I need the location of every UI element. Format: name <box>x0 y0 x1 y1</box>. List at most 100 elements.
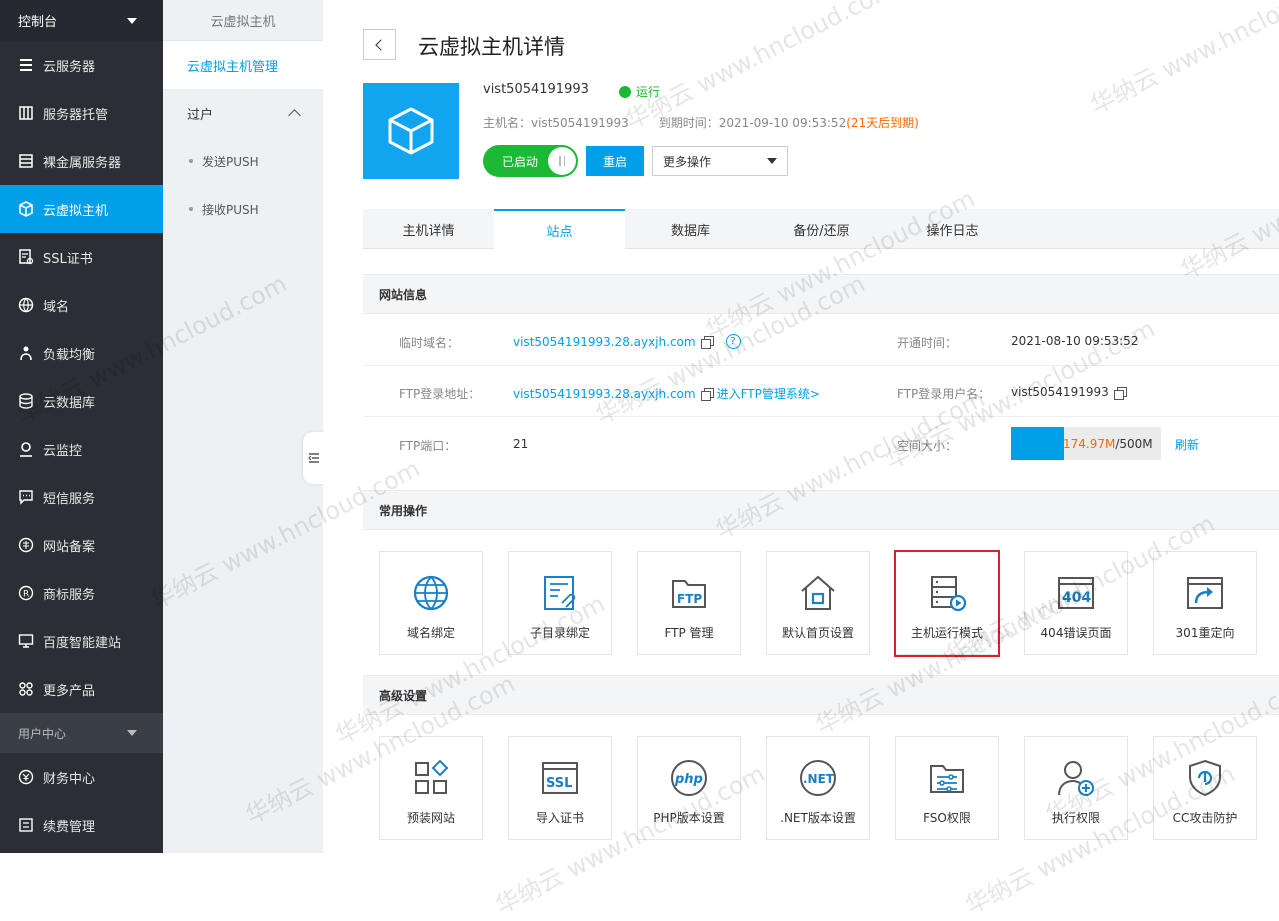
sidebar-item-3[interactable]: 裸金属服务器 <box>0 137 163 185</box>
sidebar-item-7[interactable]: 负载均衡 <box>0 329 163 377</box>
console-header[interactable]: 控制台 <box>0 0 163 41</box>
space-usage-fill <box>1011 427 1064 460</box>
info-row-domain: 临时域名： vist5054191993.28.ayxjh.com? 开通时间：… <box>363 315 1279 366</box>
fso-permission-card[interactable]: FSO权限 <box>895 736 999 840</box>
sidebar-item-label: 商标服务 <box>43 587 96 603</box>
toggle-knob-icon <box>548 147 576 175</box>
php-version-card[interactable]: php PHP版本设置 <box>637 736 741 840</box>
sidebar-item-11[interactable]: 网站备案 <box>0 521 163 569</box>
sidebar-item-label: 更多产品 <box>43 683 96 699</box>
sidebar-item-label: 负载均衡 <box>43 347 96 363</box>
monitor-icon <box>18 441 34 457</box>
user-center-header[interactable]: 用户中心 <box>0 713 163 753</box>
sidebar-item-1[interactable]: 云服务器 <box>0 41 163 89</box>
domain-binding-card[interactable]: 域名绑定 <box>379 551 483 655</box>
tab-host-details[interactable]: 主机详情 <box>363 209 494 249</box>
preinstalled-site-card[interactable]: 预装网站 <box>379 736 483 840</box>
temp-domain-value[interactable]: vist5054191993.28.ayxjh.com? <box>513 334 741 349</box>
ftp-manage-card[interactable]: FTP FTP 管理 <box>637 551 741 655</box>
sidebar-item-label: 域名 <box>43 299 70 315</box>
ftp-address-value[interactable]: vist5054191993.28.ayxjh.com 进入FTP管理系统> <box>513 385 820 402</box>
sidebar: 控制台 云服务器 服务器托管 裸金属服务器 云虚拟主机 SSL证书域名负载均衡云数据库云… <box>0 0 163 853</box>
svg-text:404: 404 <box>1062 590 1091 606</box>
caret-down-icon <box>127 730 137 736</box>
sidebar-item-12[interactable]: R 商标服务 <box>0 569 163 617</box>
page-title: 云虚拟主机详情 <box>418 35 565 59</box>
cc-attack-protection-card[interactable]: CC攻击防护 <box>1153 736 1257 840</box>
sidebar-item-9[interactable]: 云监控 <box>0 425 163 473</box>
subnav-group-transfer[interactable]: 过户 <box>163 89 323 137</box>
help-icon[interactable]: ? <box>725 334 741 349</box>
sidebar-item-4[interactable]: 云虚拟主机 <box>0 185 163 233</box>
subnav-item-manage[interactable]: 云虚拟主机管理 <box>163 41 323 89</box>
ftp-manage-link[interactable]: 进入FTP管理系统> <box>717 385 820 402</box>
sidebar-item-6[interactable]: 域名 <box>0 281 163 329</box>
subnav-item-receive-push[interactable]: 接收PUSH <box>163 185 323 233</box>
collapse-menu-icon <box>308 453 319 463</box>
refresh-link[interactable]: 刷新 <box>1175 436 1199 453</box>
sms-icon <box>18 489 34 505</box>
tab-operation-log[interactable]: 操作日志 <box>887 209 1018 249</box>
sidebar-item-5[interactable]: SSL证书 <box>0 233 163 281</box>
section-common-ops: 常用操作 <box>363 490 1279 530</box>
tab-database[interactable]: 数据库 <box>625 209 756 249</box>
card-label: CC攻击防护 <box>1172 811 1238 825</box>
temp-domain-text: vist5054191993.28.ayxjh.com <box>513 334 696 349</box>
ftp-address-label: FTP登录地址： <box>399 387 481 401</box>
import-certificate-card[interactable]: SSL 导入证书 <box>508 736 612 840</box>
sidebar-item-10[interactable]: 短信服务 <box>0 473 163 521</box>
cube-icon <box>388 107 434 155</box>
svg-text:R: R <box>23 590 29 600</box>
sidebar-item-2[interactable]: 服务器托管 <box>0 89 163 137</box>
sidebar-item-14[interactable]: 更多产品 <box>0 665 163 713</box>
restart-button[interactable]: 重启 <box>586 146 644 176</box>
user-center-label: 用户中心 <box>18 726 67 741</box>
caret-down-icon <box>767 158 777 164</box>
sidebar-item-8[interactable]: 云数据库 <box>0 377 163 425</box>
sidebar-item-label: 百度智能建站 <box>43 635 122 651</box>
caret-down-icon <box>127 17 137 24</box>
space-usage-bar: 174.97M/500M <box>1011 427 1161 460</box>
subdirectory-binding-card[interactable]: 子目录绑定 <box>508 551 612 655</box>
copy-icon[interactable] <box>700 336 714 349</box>
tab-backup-restore[interactable]: 备份/还原 <box>756 209 887 249</box>
ftp-folder-icon: FTP <box>672 580 706 608</box>
sidebar-item-13[interactable]: 百度智能建站 <box>0 617 163 665</box>
server-rack-icon <box>18 57 34 73</box>
tab-site[interactable]: 站点 <box>494 209 625 250</box>
expire-warning: (21天后到期) <box>846 116 919 130</box>
preinstalled-site-icon <box>415 759 449 794</box>
subnav-group-label: 过户 <box>187 107 214 123</box>
load-balance-icon <box>18 345 34 361</box>
sidebar-user-item-2[interactable]: 续费管理 <box>0 801 163 849</box>
collapse-subnav-button[interactable] <box>303 432 325 484</box>
ssl-icon: SSL <box>542 762 578 794</box>
status-text: 运行 <box>636 85 661 99</box>
copy-icon[interactable] <box>1113 386 1127 400</box>
ftp-user-text: vist5054191993 <box>1011 385 1109 399</box>
error-page-404-card[interactable]: 404 404错误页面 <box>1024 551 1128 655</box>
subdirectory-icon <box>544 576 576 610</box>
globe-icon <box>18 297 34 313</box>
back-button[interactable] <box>363 29 396 60</box>
copy-icon[interactable] <box>700 388 714 401</box>
space-used: 174.97M <box>1063 436 1116 451</box>
more-operations-dropdown[interactable]: 更多操作 <box>652 146 788 176</box>
more-operations-label: 更多操作 <box>663 154 712 169</box>
redirect-301-card[interactable]: 301重定向 <box>1153 551 1257 655</box>
execute-permission-card[interactable]: 执行权限 <box>1024 736 1128 840</box>
database-icon <box>18 393 34 409</box>
sidebar-user-item-1[interactable]: 财务中心 <box>0 753 163 801</box>
power-toggle[interactable]: 已启动 <box>483 145 578 177</box>
default-homepage-card[interactable]: 默认首页设置 <box>766 551 870 655</box>
subnav-item-send-push[interactable]: 发送PUSH <box>163 137 323 185</box>
space-usage-text: 174.97M/500M <box>1063 437 1153 451</box>
site-builder-icon <box>18 633 34 649</box>
section-site-info: 网站信息 <box>363 274 1279 314</box>
console-label: 控制台 <box>18 15 58 30</box>
dotnet-version-card[interactable]: .NET .NET版本设置 <box>766 736 870 840</box>
subnav-sub-label: 接收PUSH <box>202 202 259 217</box>
space-size-label: 空间大小： <box>897 439 958 453</box>
power-toggle-label: 已启动 <box>502 154 539 169</box>
temp-domain-label: 临时域名： <box>399 336 460 350</box>
